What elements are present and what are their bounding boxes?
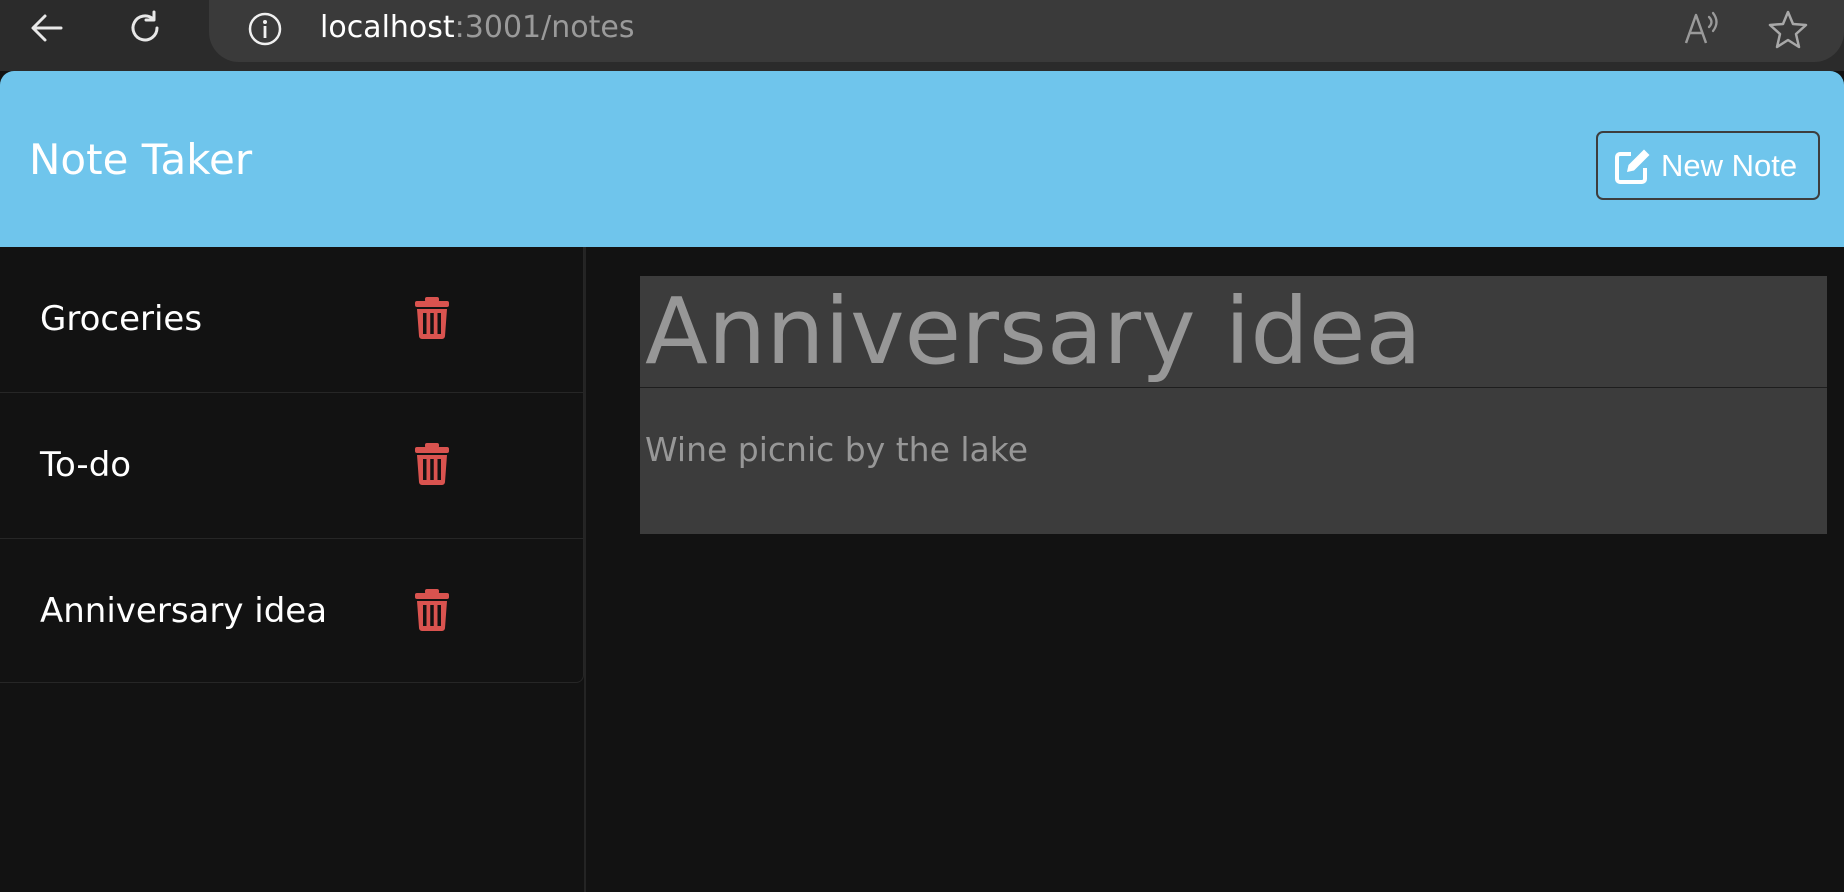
note-item-title[interactable]: Groceries [40, 298, 202, 340]
note-item-title[interactable]: To-do [40, 444, 131, 486]
url-path: :3001/notes [454, 10, 635, 45]
new-note-button[interactable]: New Note [1596, 131, 1820, 200]
star-icon[interactable] [1767, 8, 1809, 50]
read-aloud-icon[interactable] [1682, 9, 1724, 49]
trash-icon[interactable] [414, 297, 450, 339]
info-icon[interactable] [247, 11, 283, 47]
trash-icon[interactable] [414, 443, 450, 485]
url-host: localhost [320, 10, 455, 45]
reload-button[interactable] [122, 5, 168, 51]
back-arrow-icon [31, 14, 63, 42]
url-text[interactable]: localhost:3001/notes [320, 8, 634, 48]
note-editor: Wine picnic by the lake [640, 276, 1827, 534]
new-note-label: New Note [1661, 147, 1798, 183]
notes-sidebar: Groceries To-do Anniversary idea [0, 247, 586, 892]
list-item[interactable]: To-do [0, 393, 583, 539]
address-bar[interactable]: localhost:3001/notes [209, 0, 1844, 62]
reload-icon [131, 10, 159, 42]
list-item[interactable]: Groceries [0, 247, 583, 393]
back-button[interactable] [24, 5, 70, 51]
list-item[interactable]: Anniversary idea [0, 539, 583, 685]
app-title[interactable]: Note Taker [29, 133, 252, 187]
note-item-title[interactable]: Anniversary idea [40, 590, 327, 632]
app-navbar: Note Taker New Note [0, 71, 1844, 247]
edit-icon [1614, 147, 1652, 185]
note-title-input[interactable] [640, 276, 1827, 388]
browser-toolbar: localhost:3001/notes [0, 0, 1844, 71]
note-text-area[interactable]: Wine picnic by the lake [640, 388, 1827, 534]
trash-icon[interactable] [414, 589, 450, 631]
note-list: Groceries To-do Anniversary idea [0, 247, 584, 683]
